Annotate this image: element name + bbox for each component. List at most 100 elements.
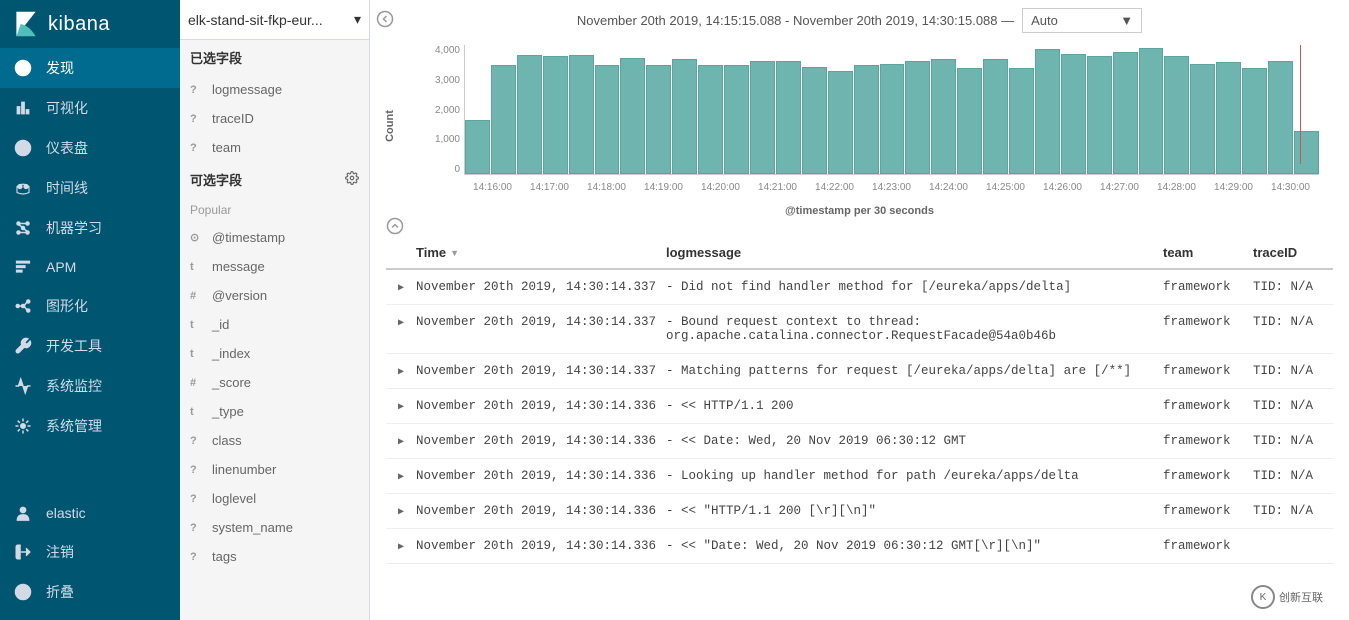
caret-down-icon: ▾	[354, 11, 361, 28]
chart-bar[interactable]	[931, 59, 956, 174]
chart-bar[interactable]	[672, 59, 697, 174]
field-item[interactable]: ⊙@timestamp	[180, 223, 369, 252]
chart-bar[interactable]	[1164, 56, 1189, 174]
chart-bar[interactable]	[776, 61, 801, 174]
field-item[interactable]: ?logmessage	[180, 75, 369, 104]
column-logmessage[interactable]: logmessage	[666, 245, 1163, 260]
column-traceid[interactable]: traceID	[1253, 245, 1333, 260]
cell-team: framework	[1163, 280, 1253, 294]
field-item[interactable]: ?linenumber	[180, 455, 369, 484]
field-item[interactable]: #@version	[180, 281, 369, 310]
nav-item-owl[interactable]: 时间线	[0, 168, 180, 208]
collapse-sidebar-icon[interactable]	[376, 10, 394, 28]
chart-bar[interactable]	[1009, 68, 1034, 174]
field-name: @version	[212, 288, 267, 303]
cell-team: framework	[1163, 434, 1253, 448]
field-item[interactable]: ?class	[180, 426, 369, 455]
nav-item-collapse[interactable]: 折叠	[0, 572, 180, 612]
chart-bar[interactable]	[1139, 48, 1164, 174]
field-type-icon: ?	[190, 551, 204, 563]
chart-bar[interactable]	[1242, 68, 1267, 174]
field-item[interactable]: ?team	[180, 133, 369, 162]
column-time[interactable]: Time ▼	[416, 245, 666, 260]
chart-bar[interactable]	[595, 65, 620, 174]
index-pattern-selector[interactable]: elk-stand-sit-fkp-eur... ▾	[180, 0, 369, 40]
chart-bar[interactable]	[1216, 62, 1241, 174]
field-item[interactable]: t_id	[180, 310, 369, 339]
cell-time: November 20th 2019, 14:30:14.336	[416, 434, 666, 448]
cell-time: November 20th 2019, 14:30:14.337	[416, 315, 666, 329]
fields-settings-gear-icon[interactable]	[345, 171, 359, 188]
nav-item-wrench[interactable]: 开发工具	[0, 326, 180, 366]
histogram-chart[interactable]: Count 4,0003,0002,0001,0000 14:16:0014:1…	[370, 41, 1349, 211]
expand-row-icon[interactable]: ▶	[386, 399, 416, 413]
x-axis: 14:16:0014:17:0014:18:0014:19:0014:20:00…	[464, 182, 1319, 193]
nav-item-graph[interactable]: 图形化	[0, 286, 180, 326]
field-item[interactable]: tmessage	[180, 252, 369, 281]
table-row: ▶ November 20th 2019, 14:30:14.336 - << …	[386, 389, 1333, 424]
interval-select[interactable]: Auto ▼	[1022, 8, 1142, 33]
nav-item-gear[interactable]: 系统管理	[0, 406, 180, 446]
cell-time: November 20th 2019, 14:30:14.336	[416, 539, 666, 553]
nav-item-logout[interactable]: 注销	[0, 532, 180, 572]
nav-item-ml[interactable]: 机器学习	[0, 208, 180, 248]
chart-bar[interactable]	[1061, 54, 1086, 174]
field-name: loglevel	[212, 491, 256, 506]
chart-bar[interactable]	[698, 65, 723, 174]
nav-item-heartbeat[interactable]: 系统监控	[0, 366, 180, 406]
expand-row-icon[interactable]: ▶	[386, 539, 416, 553]
cell-team: framework	[1163, 504, 1253, 518]
field-item[interactable]: ?traceID	[180, 104, 369, 133]
field-type-icon: ?	[190, 464, 204, 476]
expand-row-icon[interactable]: ▶	[386, 469, 416, 483]
chart-bar[interactable]	[465, 120, 490, 174]
chart-bar[interactable]	[828, 71, 853, 174]
field-item[interactable]: t_type	[180, 397, 369, 426]
expand-row-icon[interactable]: ▶	[386, 504, 416, 518]
nav-item-user[interactable]: elastic	[0, 494, 180, 532]
nav-item-bar-chart[interactable]: 可视化	[0, 88, 180, 128]
chart-bar[interactable]	[905, 61, 930, 174]
scroll-top-button[interactable]	[386, 217, 404, 235]
cell-logmessage: - << "Date: Wed, 20 Nov 2019 06:30:12 GM…	[666, 539, 1163, 553]
nav-item-compass[interactable]: 发现	[0, 48, 180, 88]
field-item[interactable]: ?system_name	[180, 513, 369, 542]
logo[interactable]: kibana	[0, 0, 180, 48]
column-team[interactable]: team	[1163, 245, 1253, 260]
nav-item-apm[interactable]: APM	[0, 248, 180, 286]
chart-bar[interactable]	[620, 58, 645, 174]
chart-bar[interactable]	[1268, 61, 1293, 174]
expand-row-icon[interactable]: ▶	[386, 434, 416, 448]
chart-bar[interactable]	[802, 67, 827, 175]
nav-item-clock[interactable]: 仪表盘	[0, 128, 180, 168]
chart-bar[interactable]	[880, 64, 905, 174]
expand-row-icon[interactable]: ▶	[386, 315, 416, 329]
chart-bar[interactable]	[724, 65, 749, 174]
field-item[interactable]: ?loglevel	[180, 484, 369, 513]
chart-bar[interactable]	[1087, 56, 1112, 174]
expand-row-icon[interactable]: ▶	[386, 364, 416, 378]
chart-bar[interactable]	[854, 65, 879, 174]
cell-traceid: TID: N/A	[1253, 364, 1333, 378]
chart-bar[interactable]	[1113, 52, 1138, 174]
chart-bar[interactable]	[543, 56, 568, 174]
chart-bar[interactable]	[750, 61, 775, 174]
expand-row-icon[interactable]: ▶	[386, 280, 416, 294]
chart-bar[interactable]	[491, 65, 516, 174]
chart-bar[interactable]	[1294, 131, 1319, 174]
chart-bar[interactable]	[1190, 64, 1215, 174]
chart-bar[interactable]	[1035, 49, 1060, 174]
chart-bar[interactable]	[983, 59, 1008, 174]
field-item[interactable]: t_index	[180, 339, 369, 368]
available-fields-header: 可选字段	[180, 162, 369, 197]
ml-icon	[14, 219, 32, 237]
chart-bar[interactable]	[646, 65, 671, 174]
field-item[interactable]: #_score	[180, 368, 369, 397]
field-item[interactable]: ?tags	[180, 542, 369, 571]
chart-bar[interactable]	[517, 55, 542, 174]
chart-bar[interactable]	[957, 68, 982, 174]
sort-desc-icon: ▼	[450, 248, 459, 258]
field-name: @timestamp	[212, 230, 285, 245]
field-name: _index	[212, 346, 250, 361]
chart-bar[interactable]	[569, 55, 594, 174]
